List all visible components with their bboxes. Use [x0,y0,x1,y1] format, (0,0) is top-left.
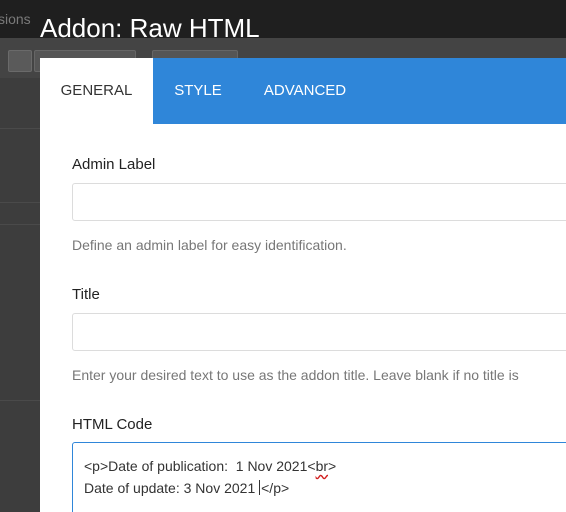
modal-title: Addon: Raw HTML [40,13,260,43]
code-text: <p>Date of publication: 1 Nov 2021< [84,458,316,474]
background-divider [0,224,40,225]
title-field-label: Title [72,286,100,303]
addon-settings-modal: GENERAL STYLE ADVANCED Admin Label Defin… [40,58,566,512]
spellcheck-error-text: br [315,458,329,474]
html-code-editor[interactable]: <p>Date of publication: 1 Nov 2021<br> D… [72,442,566,512]
code-text: > [328,458,337,474]
background-divider [0,400,40,401]
text-caret [259,480,261,495]
code-line-1: <p>Date of publication: 1 Nov 2021<br> [84,455,560,477]
background-divider [0,202,40,203]
html-code-field-label: HTML Code [72,416,153,433]
copy-icon [8,50,32,72]
tab-bar: GENERAL STYLE ADVANCED [40,58,566,124]
tab-general[interactable]: GENERAL [40,58,153,124]
tab-advanced[interactable]: ADVANCED [252,58,358,124]
code-text: Date of update: 3 Nov 2021 [84,480,260,496]
admin-label-input[interactable] [72,183,566,221]
tab-style[interactable]: STYLE [159,58,237,124]
background-divider [0,128,40,129]
title-input[interactable] [72,313,566,351]
admin-label-help-text: Define an admin label for easy identific… [72,237,347,253]
code-text: </p> [261,480,290,496]
background-topbar-text: sions [0,11,31,27]
admin-label-field-label: Admin Label [72,156,156,173]
title-help-text: Enter your desired text to use as the ad… [72,367,519,383]
code-line-2: Date of update: 3 Nov 2021 </p> [84,477,560,499]
background-left-panel [0,78,40,512]
